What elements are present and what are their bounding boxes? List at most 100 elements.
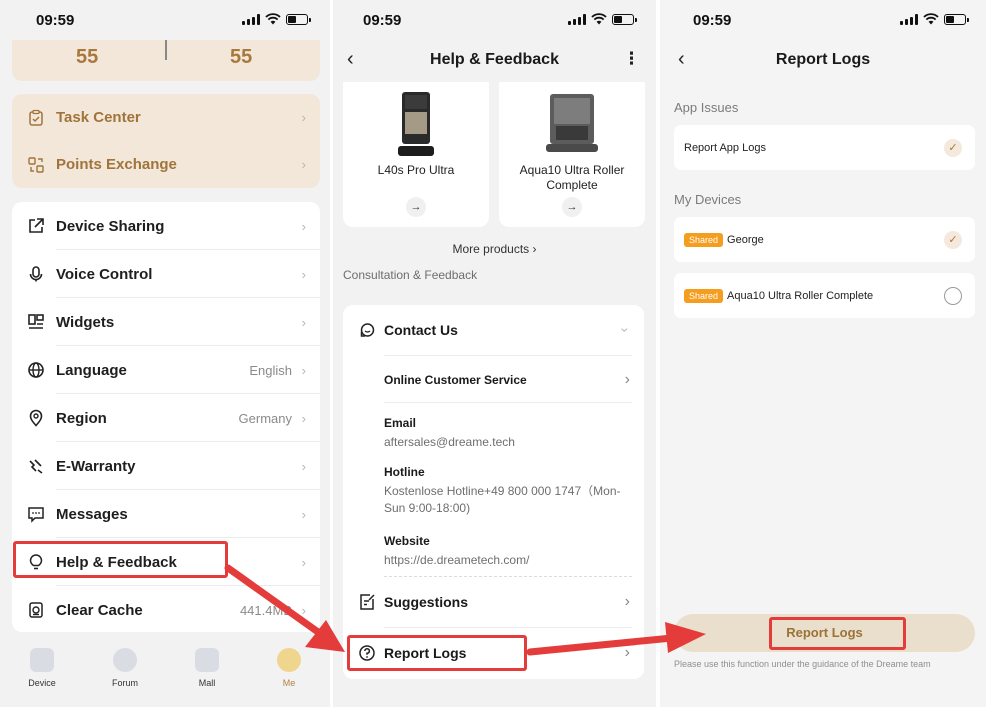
status-time: 09:59 xyxy=(36,12,75,29)
task-center-item[interactable]: Task Center › xyxy=(12,94,320,141)
contact-us-row[interactable]: Contact Us › xyxy=(343,317,644,343)
chevron-right-icon: › xyxy=(301,157,306,172)
product-name: Aqua10 Ultra Roller Complete xyxy=(519,163,625,192)
my-devices-label: My Devices xyxy=(674,192,742,207)
highlight-help-feedback xyxy=(13,541,228,578)
location-pin-icon xyxy=(26,408,46,428)
highlight-report-logs-row xyxy=(347,635,527,671)
tab-forum[interactable]: Forum xyxy=(95,648,155,688)
wifi-icon xyxy=(265,13,281,25)
wifi-icon xyxy=(591,13,607,25)
exchange-icon xyxy=(26,155,46,175)
more-products-link[interactable]: More products › xyxy=(333,242,656,256)
arrow-right-icon[interactable]: → xyxy=(562,197,582,217)
cache-size-value: 441.4MB xyxy=(239,602,292,618)
status-bar: 09:59 xyxy=(0,0,330,40)
points-exchange-label: Points Exchange xyxy=(56,156,177,173)
menu-item-language[interactable]: Language English › xyxy=(12,346,320,394)
row-divider xyxy=(384,627,632,628)
chevron-right-icon: › xyxy=(301,218,306,234)
option-label: Report App Logs xyxy=(684,141,766,154)
hotline-block: Hotline Kostenlose Hotline+49 800 000 17… xyxy=(384,465,630,517)
guidance-note: Please use this function under the guida… xyxy=(674,659,931,669)
signal-icon xyxy=(900,13,918,25)
battery-icon xyxy=(286,13,311,25)
app-issues-label: App Issues xyxy=(674,100,739,115)
menu-item-widgets[interactable]: Widgets › xyxy=(12,298,320,346)
email-title: Email xyxy=(384,416,417,430)
chevron-down-icon: › xyxy=(617,327,634,333)
battery-icon xyxy=(944,13,969,25)
points-exchange-item[interactable]: Points Exchange › xyxy=(12,141,320,188)
menu-item-messages[interactable]: Messages › xyxy=(12,490,320,538)
online-service-label: Online Customer Service xyxy=(384,373,527,387)
tab-mall[interactable]: Mall xyxy=(177,648,237,688)
arrow-right-icon[interactable]: → xyxy=(406,197,426,217)
status-icons xyxy=(242,13,311,25)
tab-device[interactable]: Device xyxy=(12,648,72,688)
checkmark-icon: ✓ xyxy=(944,230,962,249)
shared-badge: Shared xyxy=(684,232,724,247)
widgets-icon xyxy=(26,312,46,332)
menu-item-label: Messages xyxy=(56,505,128,523)
menu-item-clear-cache[interactable]: Clear Cache 441.4MB › xyxy=(12,586,320,634)
help-feedback-screen: 09:59 ‹ Help & Feedback ⋮ L40s Pro Ultra… xyxy=(333,0,656,707)
online-service-row[interactable]: Online Customer Service › xyxy=(384,371,630,388)
email-value[interactable]: aftersales@dreame.tech xyxy=(384,434,630,451)
page-title: Report Logs xyxy=(775,51,871,68)
globe-icon xyxy=(26,360,46,380)
status-icons xyxy=(900,13,969,25)
device-option-aqua10[interactable]: Shared Aqua10 Ultra Roller Complete xyxy=(674,273,975,318)
nav-bar: ‹ Help & Feedback ⋮ xyxy=(333,40,656,80)
signal-icon xyxy=(568,13,586,25)
report-app-logs-option[interactable]: Report App Logs ✓ xyxy=(674,125,975,170)
points-divider xyxy=(165,40,167,60)
robot-station-image xyxy=(546,94,598,152)
product-card[interactable]: Aqua10 Ultra Roller Complete → xyxy=(499,82,645,227)
menu-item-device-sharing[interactable]: Device Sharing › xyxy=(12,202,320,250)
microphone-icon xyxy=(26,264,46,284)
chevron-right-icon: › xyxy=(301,314,306,330)
hotline-value[interactable]: Kostenlose Hotline+49 800 000 1747（Mon-S… xyxy=(384,483,630,517)
radio-unchecked-icon[interactable] xyxy=(944,286,962,305)
menu-item-region[interactable]: Region Germany › xyxy=(12,394,320,442)
email-block: Email aftersales@dreame.tech xyxy=(384,416,630,451)
chevron-right-icon: › xyxy=(301,362,306,378)
menu-item-label: Voice Control xyxy=(56,265,153,283)
points-value: 55 xyxy=(230,46,253,68)
chevron-right-icon: › xyxy=(624,593,630,610)
device-option-george[interactable]: Shared George ✓ xyxy=(674,217,975,262)
menu-item-label: Clear Cache xyxy=(56,601,143,619)
product-card[interactable]: L40s Pro Ultra → xyxy=(343,82,489,227)
menu-item-e-warranty[interactable]: E-Warranty › xyxy=(12,442,320,490)
menu-item-label: Device Sharing xyxy=(56,217,165,235)
website-value[interactable]: https://de.dreametech.com/ xyxy=(384,552,630,569)
points-value: 55 xyxy=(76,46,99,68)
me-tab-icon xyxy=(277,648,301,672)
bottom-tab-bar: Device Forum Mall Me xyxy=(0,640,330,707)
forum-tab-icon xyxy=(113,648,137,672)
status-time: 09:59 xyxy=(693,12,732,29)
rewards-card: Task Center › Points Exchange › xyxy=(12,94,320,188)
suggestions-row[interactable]: Suggestions › xyxy=(343,589,644,615)
warranty-icon xyxy=(26,456,46,476)
menu-item-voice-control[interactable]: Voice Control › xyxy=(12,250,320,298)
checkmark-icon: ✓ xyxy=(944,138,962,157)
more-options-button[interactable]: ⋮ xyxy=(623,49,640,69)
tab-label: Mall xyxy=(198,678,216,688)
language-value: English xyxy=(249,362,292,378)
menu-item-label: Language xyxy=(56,361,127,379)
row-divider xyxy=(384,402,632,403)
wifi-icon xyxy=(923,13,939,25)
chevron-right-icon: › xyxy=(301,410,306,426)
menu-item-label: Widgets xyxy=(56,313,115,331)
cache-icon xyxy=(26,600,46,620)
clipboard-check-icon xyxy=(26,108,46,128)
device-name: Aqua10 Ultra Roller Complete xyxy=(727,289,874,302)
consultation-card: Contact Us › Online Customer Service › E… xyxy=(343,305,644,679)
nav-bar: ‹ Report Logs xyxy=(660,40,986,80)
chevron-right-icon: › xyxy=(301,506,306,522)
tab-me[interactable]: Me xyxy=(259,648,319,688)
chevron-right-icon: › xyxy=(301,602,306,618)
profile-screen: 09:59 55 55 Task Center › Points Exchang… xyxy=(0,0,330,707)
